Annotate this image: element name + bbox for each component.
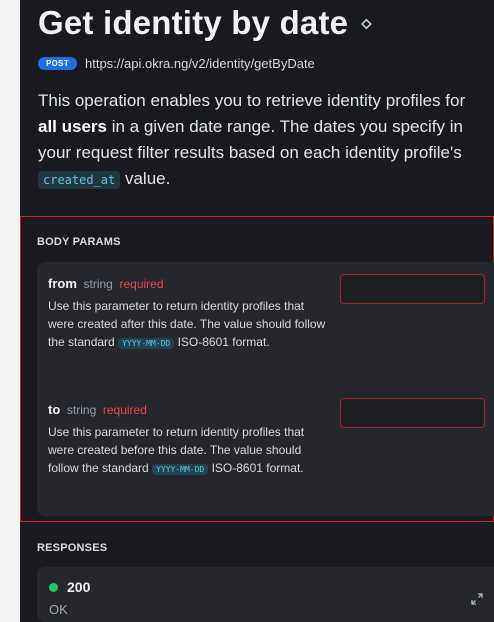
endpoint-row: POST https://api.okra.ng/v2/identity/get… [38,56,315,71]
format-code: YYYY-MM-DD [152,464,209,475]
endpoint-description: This operation enables you to retrieve i… [38,88,483,193]
response-text: OK [49,602,68,617]
description-bold: all users [38,117,107,136]
response-code-row: 200 [49,579,90,595]
status-dot-icon [49,582,58,592]
param-type: string [83,277,113,291]
body-params-label: BODY PARAMS [37,236,121,248]
body-params-card: from string required Use this parameter … [37,262,494,516]
param-description: Use this parameter to return identity pr… [48,297,328,353]
endpoint-url: https://api.okra.ng/v2/identity/getByDat… [84,56,315,71]
param-header: to string required [48,402,328,417]
description-text: This operation enables you to retrieve i… [38,91,466,110]
format-code: YYYY-MM-DD [118,338,175,349]
expand-icon[interactable] [470,592,484,611]
param-name: from [48,276,77,291]
page-title: Get identity by date [38,4,349,41]
responses-label: RESPONSES [37,542,108,554]
method-badge: POST [38,57,77,70]
api-reference-page: Get identity by date POST https://api.ok… [20,0,494,622]
param-description: Use this parameter to return identity pr… [48,423,328,479]
response-code: 200 [67,579,91,595]
param-name: to [48,402,61,417]
param-required: required [102,403,147,417]
param-to: to string required Use this parameter to… [48,402,328,479]
link-icon[interactable] [358,17,373,36]
to-input[interactable] [340,398,485,428]
created-at-code: created_at [38,171,121,189]
param-from: from string required Use this parameter … [48,276,328,353]
param-header: from string required [48,276,328,291]
from-input[interactable] [340,274,485,304]
param-desc-text-2: ISO-8601 format. [208,461,304,475]
title-row: Get identity by date [38,4,373,42]
response-200-card[interactable]: 200 OK [37,567,494,622]
param-type: string [66,403,97,417]
param-required: required [119,277,164,291]
param-desc-text-2: ISO-8601 format. [174,335,270,349]
description-text-3: value. [120,169,171,188]
